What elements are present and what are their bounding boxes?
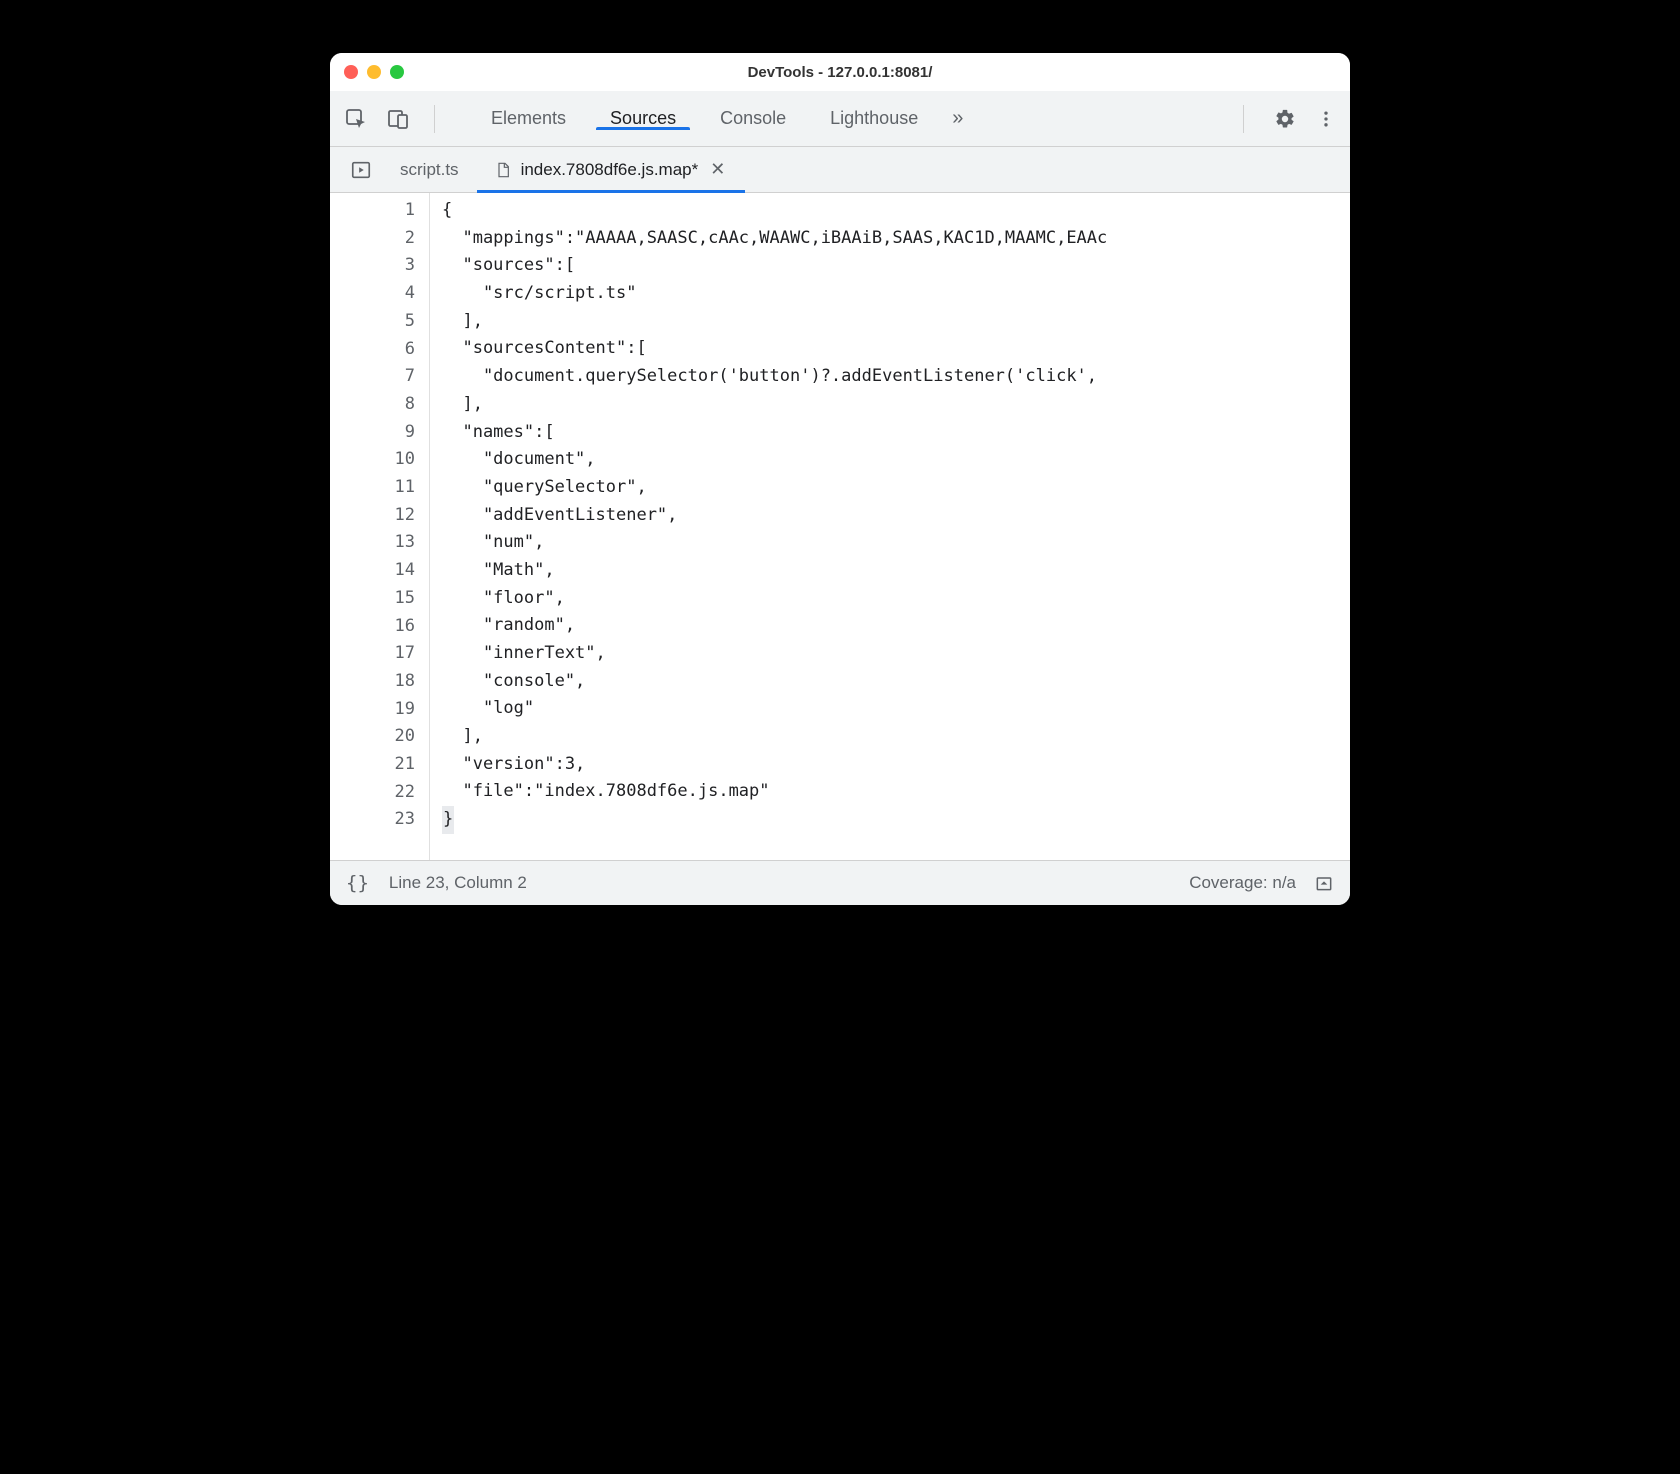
code-line[interactable]: } bbox=[442, 806, 1350, 834]
file-tabs: script.ts index.7808df6e.js.map* ✕ bbox=[330, 147, 1350, 193]
toolbar-separator bbox=[434, 105, 435, 133]
code-line[interactable]: ], bbox=[442, 308, 1350, 336]
code-line[interactable]: "innerText", bbox=[442, 640, 1350, 668]
code-line[interactable]: "floor", bbox=[442, 585, 1350, 613]
line-number: 6 bbox=[330, 336, 415, 364]
close-icon[interactable]: ✕ bbox=[708, 159, 727, 180]
line-number: 18 bbox=[330, 668, 415, 696]
code-line[interactable]: ], bbox=[442, 391, 1350, 419]
code-line[interactable]: "file":"index.7808df6e.js.map" bbox=[442, 778, 1350, 806]
devtools-window: DevTools - 127.0.0.1:8081/ Elements Sour… bbox=[330, 53, 1350, 905]
line-number: 14 bbox=[330, 557, 415, 585]
code-line[interactable]: "console", bbox=[442, 668, 1350, 696]
line-number: 16 bbox=[330, 613, 415, 641]
code-line[interactable]: "document", bbox=[442, 446, 1350, 474]
statusbar: {} Line 23, Column 2 Coverage: n/a bbox=[330, 861, 1350, 905]
code-line[interactable]: "log" bbox=[442, 695, 1350, 723]
tab-lighthouse[interactable]: Lighthouse bbox=[808, 107, 940, 130]
window-close-button[interactable] bbox=[344, 65, 358, 79]
window-zoom-button[interactable] bbox=[390, 65, 404, 79]
code-line[interactable]: "num", bbox=[442, 529, 1350, 557]
code-content[interactable]: { "mappings":"AAAAA,SAASC,cAAc,WAAWC,iBA… bbox=[430, 193, 1350, 860]
line-number: 17 bbox=[330, 640, 415, 668]
line-number: 10 bbox=[330, 446, 415, 474]
coverage-status: Coverage: n/a bbox=[1189, 873, 1296, 893]
code-line[interactable]: "names":[ bbox=[442, 419, 1350, 447]
line-number: 23 bbox=[330, 806, 415, 834]
titlebar: DevTools - 127.0.0.1:8081/ bbox=[330, 53, 1350, 91]
line-number: 7 bbox=[330, 363, 415, 391]
code-line[interactable]: "version":3, bbox=[442, 751, 1350, 779]
window-title: DevTools - 127.0.0.1:8081/ bbox=[330, 64, 1350, 81]
file-tab-label: index.7808df6e.js.map* bbox=[521, 160, 699, 180]
code-line[interactable]: "Math", bbox=[442, 557, 1350, 585]
more-tabs-icon[interactable]: » bbox=[940, 107, 975, 130]
code-line[interactable]: ], bbox=[442, 723, 1350, 751]
file-tab-label: script.ts bbox=[400, 160, 459, 180]
file-icon bbox=[495, 161, 511, 179]
main-toolbar: Elements Sources Console Lighthouse » bbox=[330, 91, 1350, 147]
code-line[interactable]: "mappings":"AAAAA,SAASC,cAAc,WAAWC,iBAAi… bbox=[442, 225, 1350, 253]
line-gutter: 1234567891011121314151617181920212223 bbox=[330, 193, 430, 860]
panel-tabs: Elements Sources Console Lighthouse » bbox=[469, 107, 975, 130]
toolbar-separator-right bbox=[1243, 105, 1244, 133]
line-number: 22 bbox=[330, 779, 415, 807]
line-number: 15 bbox=[330, 585, 415, 613]
line-number: 2 bbox=[330, 225, 415, 253]
code-line[interactable]: "src/script.ts" bbox=[442, 280, 1350, 308]
tab-console[interactable]: Console bbox=[698, 107, 808, 130]
device-toolbar-icon[interactable] bbox=[386, 107, 410, 131]
toolbar-right bbox=[1237, 105, 1336, 133]
line-number: 21 bbox=[330, 751, 415, 779]
code-line[interactable]: "sources":[ bbox=[442, 252, 1350, 280]
tab-elements[interactable]: Elements bbox=[469, 107, 588, 130]
line-number: 3 bbox=[330, 252, 415, 280]
line-number: 20 bbox=[330, 723, 415, 751]
code-line[interactable]: "addEventListener", bbox=[442, 502, 1350, 530]
file-tab-index-map[interactable]: index.7808df6e.js.map* ✕ bbox=[477, 147, 746, 192]
code-line[interactable]: "document.querySelector('button')?.addEv… bbox=[442, 363, 1350, 391]
code-editor[interactable]: 1234567891011121314151617181920212223 { … bbox=[330, 193, 1350, 861]
line-number: 19 bbox=[330, 696, 415, 724]
collapse-drawer-icon[interactable] bbox=[1314, 873, 1334, 893]
line-number: 11 bbox=[330, 474, 415, 502]
code-line[interactable]: "random", bbox=[442, 612, 1350, 640]
line-number: 8 bbox=[330, 391, 415, 419]
toolbar-left: Elements Sources Console Lighthouse » bbox=[344, 105, 975, 133]
line-number: 13 bbox=[330, 529, 415, 557]
line-number: 4 bbox=[330, 280, 415, 308]
code-line[interactable]: { bbox=[442, 197, 1350, 225]
navigator-toggle-icon[interactable] bbox=[340, 147, 382, 192]
window-minimize-button[interactable] bbox=[367, 65, 381, 79]
line-number: 1 bbox=[330, 197, 415, 225]
pretty-print-icon[interactable]: {} bbox=[346, 872, 369, 894]
inspect-element-icon[interactable] bbox=[344, 107, 368, 131]
line-number: 5 bbox=[330, 308, 415, 336]
line-number: 9 bbox=[330, 419, 415, 447]
gear-icon[interactable] bbox=[1274, 108, 1296, 130]
traffic-lights bbox=[344, 65, 404, 79]
tab-sources[interactable]: Sources bbox=[588, 107, 698, 130]
cursor-position: Line 23, Column 2 bbox=[389, 873, 527, 893]
kebab-menu-icon[interactable] bbox=[1316, 109, 1336, 129]
code-line[interactable]: "querySelector", bbox=[442, 474, 1350, 502]
file-tab-script-ts[interactable]: script.ts bbox=[382, 147, 477, 192]
line-number: 12 bbox=[330, 502, 415, 530]
code-line[interactable]: "sourcesContent":[ bbox=[442, 335, 1350, 363]
